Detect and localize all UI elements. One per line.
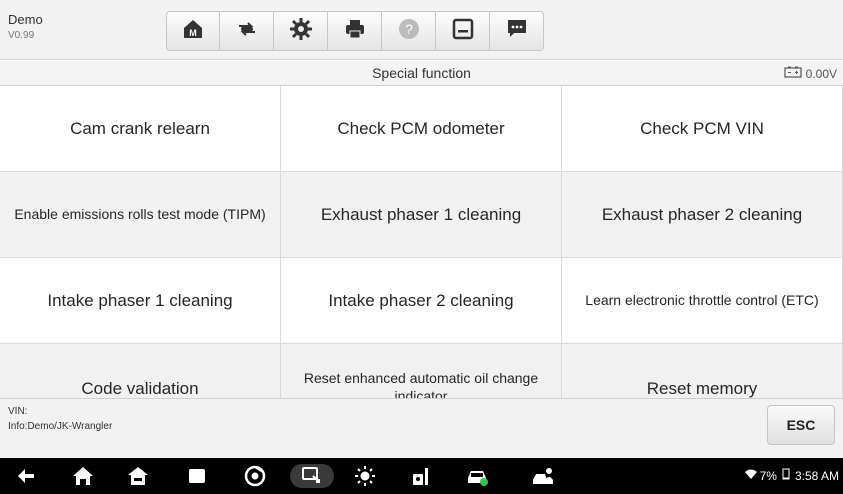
app-name: Demo: [8, 12, 43, 27]
battery-percent: 7%: [759, 468, 777, 483]
home-icon[interactable]: [70, 464, 96, 488]
remote-expert-icon[interactable]: [530, 464, 556, 488]
help-button[interactable]: ?: [382, 11, 436, 51]
function-enable-emissions-rolls[interactable]: Enable emissions rolls test mode (TIPM): [0, 172, 281, 258]
esc-button[interactable]: ESC: [767, 405, 835, 445]
home-button[interactable]: M: [166, 11, 220, 51]
system-status: 7% 3:58 AM: [744, 468, 839, 483]
save-button[interactable]: [436, 11, 490, 51]
svg-text:M: M: [189, 28, 197, 38]
function-intake-phaser-2[interactable]: Intake phaser 2 cleaning: [281, 258, 562, 344]
battery-level-icon: [780, 468, 792, 483]
print-button[interactable]: [328, 11, 382, 51]
app-version: V0.99: [8, 30, 35, 41]
battery-voltage: 0.00V: [784, 66, 837, 81]
function-learn-etc[interactable]: Learn electronic throttle control (ETC): [562, 258, 843, 344]
function-reset-memory[interactable]: Reset memory: [562, 344, 843, 398]
info-bar: VIN: Info:Demo/JK-Wrangler ESC: [0, 398, 843, 458]
page-title: Special function: [372, 65, 471, 81]
save-icon: [451, 17, 475, 46]
svg-text:?: ?: [405, 21, 413, 37]
toolbar-buttons: M ?: [166, 11, 544, 51]
battery-icon: [784, 66, 802, 81]
function-reset-oil-change[interactable]: Reset enhanced automatic oil change indi…: [281, 344, 562, 398]
vehicle-swap-icon: [235, 17, 259, 46]
function-cam-crank-relearn[interactable]: Cam crank relearn: [0, 86, 281, 172]
clock: 3:58 AM: [794, 468, 839, 483]
title-bar: Special function 0.00V: [0, 61, 843, 86]
function-label: Intake phaser 1 cleaning: [47, 290, 233, 310]
function-label: Exhaust phaser 1 cleaning: [320, 204, 522, 224]
recent-apps-icon[interactable]: [184, 464, 210, 488]
message-button[interactable]: [490, 11, 544, 51]
function-code-validation[interactable]: Code validation: [0, 344, 281, 398]
function-label: Intake phaser 2 cleaning: [328, 290, 514, 310]
browser-icon[interactable]: [242, 464, 268, 488]
home-icon: M: [181, 17, 205, 46]
function-grid: Cam crank relearn Check PCM odometer Che…: [0, 86, 843, 398]
function-check-pcm-vin[interactable]: Check PCM VIN: [562, 86, 843, 172]
brightness-icon[interactable]: [352, 464, 378, 488]
message-icon: [505, 17, 529, 46]
function-exhaust-phaser-2[interactable]: Exhaust phaser 2 cleaning: [562, 172, 843, 258]
function-exhaust-phaser-1[interactable]: Exhaust phaser 1 cleaning: [281, 172, 562, 258]
voltage-value: 0.00V: [805, 66, 837, 81]
vehicle-info: Info:Demo/JK-Wrangler: [8, 421, 113, 432]
function-label: Check PCM VIN: [640, 118, 764, 138]
settings-icon: [289, 17, 313, 46]
vin-label: VIN:: [8, 406, 28, 417]
app-home-icon[interactable]: [125, 464, 151, 488]
wifi-icon: [744, 468, 757, 483]
help-icon: ?: [397, 17, 421, 46]
back-icon[interactable]: [14, 464, 40, 488]
vci-icon[interactable]: [408, 464, 434, 488]
top-toolbar: Demo V0.99 M ?: [0, 0, 843, 60]
function-label: Check PCM odometer: [337, 118, 505, 138]
function-label: Reset memory: [646, 379, 758, 398]
function-label: Reset enhanced automatic oil change indi…: [303, 370, 539, 398]
vehicle-connected-icon[interactable]: [464, 464, 490, 488]
function-intake-phaser-1[interactable]: Intake phaser 1 cleaning: [0, 258, 281, 344]
function-label: Enable emissions rolls test mode (TIPM): [14, 205, 266, 222]
function-check-pcm-odometer[interactable]: Check PCM odometer: [281, 86, 562, 172]
function-label: Exhaust phaser 2 cleaning: [601, 204, 803, 224]
system-nav-bar: 7% 3:58 AM: [0, 458, 843, 494]
screen-share-icon[interactable]: [290, 464, 334, 488]
function-label: Cam crank relearn: [70, 118, 210, 138]
function-label: Code validation: [81, 379, 199, 398]
vehicle-swap-button[interactable]: [220, 11, 274, 51]
print-icon: [343, 17, 367, 46]
function-label: Learn electronic throttle control (ETC): [585, 291, 819, 308]
settings-button[interactable]: [274, 11, 328, 51]
